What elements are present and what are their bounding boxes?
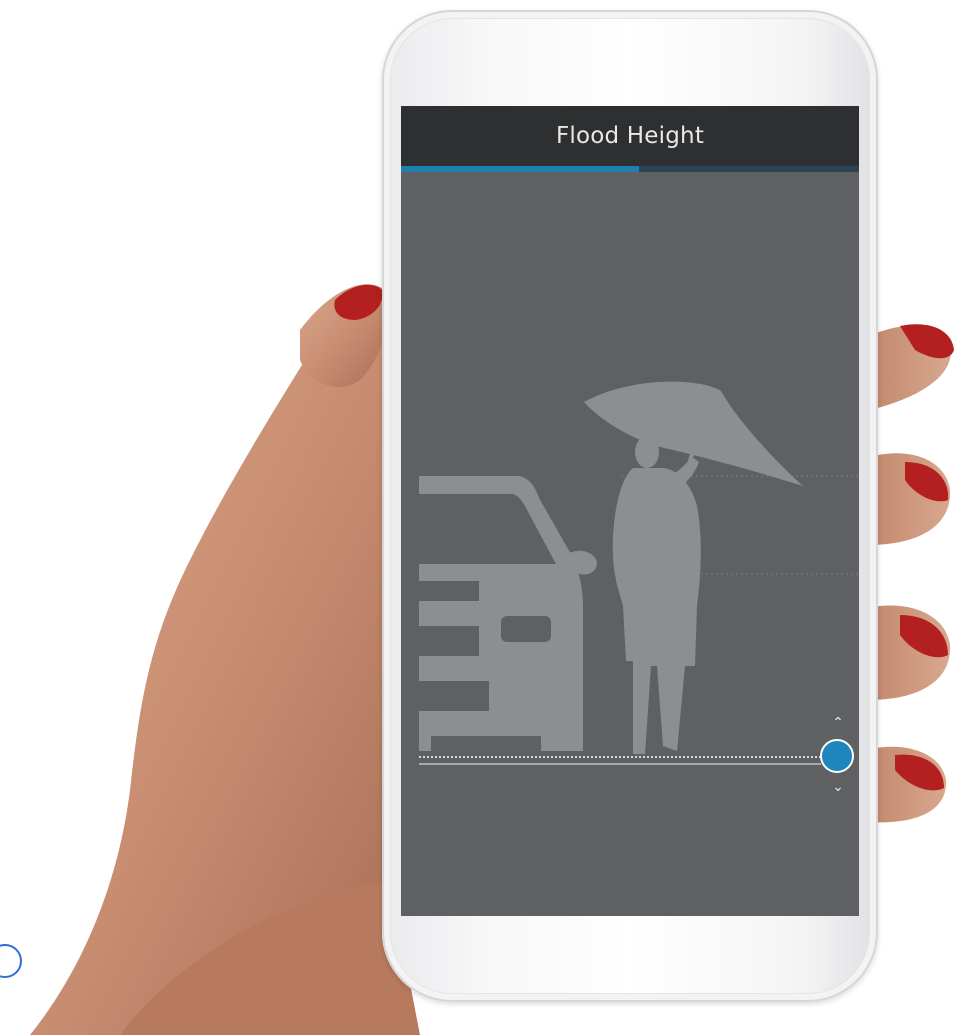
car-headlight (501, 616, 551, 642)
step-progress-bar (401, 166, 859, 172)
page-title: Flood Height (555, 123, 705, 149)
photo-stage: Flood Height ⌃ ⌄ (0, 0, 956, 1035)
car-grille-top (419, 581, 479, 601)
car-bumper-vent (419, 681, 489, 711)
chevron-up-icon[interactable]: ⌃ (828, 716, 848, 730)
person-umbrella-silhouette-icon (584, 381, 803, 754)
app-header: Flood Height (401, 106, 859, 166)
app-screen: Flood Height ⌃ ⌄ (401, 106, 859, 916)
chevron-down-icon[interactable]: ⌄ (828, 780, 848, 794)
flood-height-slider-handle[interactable] (820, 739, 854, 773)
step-progress-fill (401, 166, 640, 172)
flood-scene (419, 381, 859, 765)
car-grille (419, 626, 479, 656)
